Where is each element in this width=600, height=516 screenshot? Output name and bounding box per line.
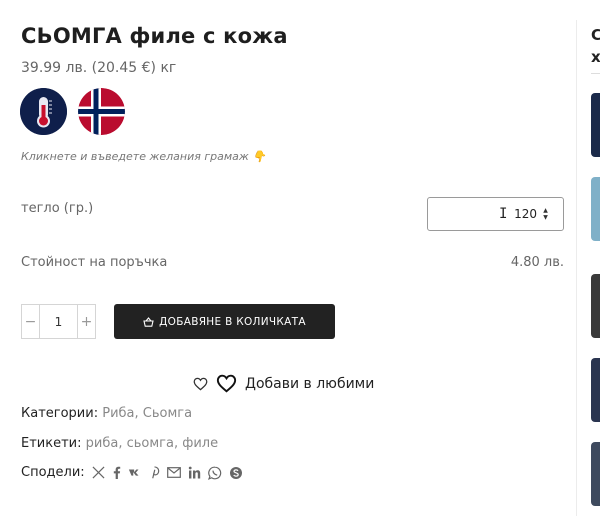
sidebar-product-thumb[interactable] [591, 358, 600, 422]
weight-hint: Кликнете и въведете желания грамаж 👇 [21, 150, 267, 163]
add-to-cart-label: ДОБАВЯНЕ В КОЛИЧКАТА [159, 315, 306, 328]
categories-links[interactable]: Риба, Сьомга [102, 406, 192, 421]
product-price: 39.99 лв. (20.45 €) кг [21, 60, 177, 76]
heart-outline-icon[interactable] [193, 377, 208, 391]
spin-up-icon[interactable]: ▲ [541, 207, 550, 214]
sidebar-title: С х [591, 26, 600, 66]
linkedin-icon[interactable] [188, 466, 201, 479]
thermometer-icon [20, 88, 67, 135]
spin-down-icon[interactable]: ▼ [541, 214, 550, 221]
tags-label: Етикети: [21, 436, 82, 451]
email-icon[interactable] [166, 467, 181, 478]
share-row: Сподели: [21, 465, 243, 480]
add-to-favorites[interactable]: Добави в любими [193, 374, 374, 393]
sidebar-divider [576, 20, 577, 516]
share-label: Сподели: [21, 465, 85, 480]
favorites-label: Добави в любими [245, 375, 375, 392]
pinterest-icon[interactable] [149, 466, 160, 479]
add-to-cart-button[interactable]: ДОБАВЯНЕ В КОЛИЧКАТА [114, 304, 335, 339]
norway-flag-icon [78, 88, 125, 135]
facebook-icon[interactable] [112, 466, 121, 479]
whatsapp-icon[interactable] [207, 466, 222, 480]
order-total-label: Стойност на поръчка [21, 255, 168, 270]
quantity-plus-button[interactable]: + [78, 305, 95, 338]
tags: Етикети: риба, сьомга, филе [21, 436, 218, 451]
weight-value: 120 [514, 207, 537, 221]
sidebar-product-thumb[interactable] [591, 177, 600, 241]
quantity-stepper[interactable]: − 1 + [21, 304, 96, 339]
weight-label: тегло (гр.) [21, 201, 94, 216]
text-cursor-icon: I [499, 206, 508, 222]
heart-icon[interactable] [216, 374, 237, 393]
categories: Категории: Риба, Сьомга [21, 406, 192, 421]
weight-stepper[interactable]: ▲ ▼ [541, 207, 550, 221]
categories-label: Категории: [21, 406, 99, 421]
product-title: СЬОМГА филе с кожа [21, 24, 288, 48]
sidebar-rule [591, 73, 600, 74]
skype-icon[interactable] [229, 466, 243, 480]
sidebar-product-thumb[interactable] [591, 274, 600, 338]
quantity-input[interactable]: 1 [39, 305, 78, 338]
quantity-minus-button[interactable]: − [22, 305, 39, 338]
basket-icon [143, 316, 154, 327]
sidebar-product-thumb[interactable] [591, 442, 600, 506]
x-icon[interactable] [92, 466, 105, 479]
weight-input[interactable]: I 120 ▲ ▼ [427, 197, 564, 231]
order-total-value: 4.80 лв. [510, 255, 564, 270]
sidebar-product-thumb[interactable] [591, 93, 600, 157]
tags-links[interactable]: риба, сьомга, филе [86, 436, 218, 451]
vk-icon[interactable] [128, 468, 142, 478]
